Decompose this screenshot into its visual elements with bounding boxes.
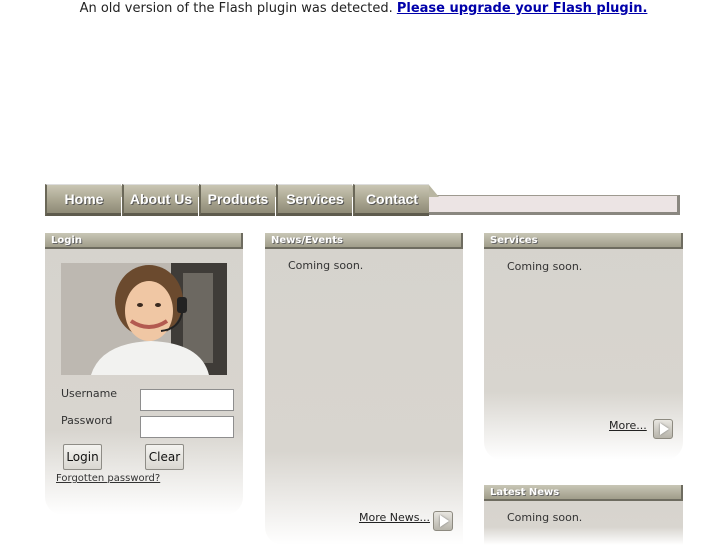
- password-input[interactable]: [140, 416, 234, 438]
- login-panel-title: Login: [45, 233, 243, 249]
- latest-news-text: Coming soon.: [507, 511, 583, 524]
- latest-news-panel: Latest News Coming soon.: [484, 485, 683, 545]
- latest-news-panel-title: Latest News: [484, 485, 683, 501]
- services-text: Coming soon.: [507, 260, 583, 273]
- tab-contact[interactable]: Contact: [353, 184, 439, 216]
- login-button[interactable]: Login: [63, 444, 102, 470]
- tab-contact-label: Contact: [365, 191, 419, 207]
- username-input[interactable]: [140, 389, 234, 411]
- password-label: Password: [61, 414, 113, 427]
- news-panel: News/Events Coming soon. More News...: [265, 233, 463, 545]
- tab-services-label: Services: [286, 191, 344, 207]
- news-panel-title: News/Events: [265, 233, 463, 249]
- login-panel: Login Username Password Login Clear Forg…: [45, 233, 243, 515]
- tab-about-us-label: About Us: [129, 191, 193, 207]
- nav-filler-strip: [425, 195, 680, 215]
- forgot-password-link[interactable]: Forgotten password?: [56, 473, 160, 484]
- support-agent-image: [61, 263, 227, 375]
- flash-notice: An old version of the Flash plugin was d…: [0, 1, 727, 16]
- services-panel: Services Coming soon. More...: [484, 233, 683, 460]
- main-nav: Home About Us Products Services Contact: [45, 184, 683, 218]
- upgrade-flash-link[interactable]: Please upgrade your Flash plugin.: [397, 1, 648, 16]
- username-label: Username: [61, 387, 118, 400]
- more-services-arrow-icon[interactable]: [653, 419, 673, 439]
- tab-about-us[interactable]: About Us: [122, 184, 208, 216]
- more-news-arrow-icon[interactable]: [433, 511, 453, 531]
- more-services-link[interactable]: More...: [609, 419, 647, 432]
- clear-button[interactable]: Clear: [145, 444, 184, 470]
- more-news-link[interactable]: More News...: [359, 511, 430, 524]
- tab-products-label: Products: [207, 191, 269, 207]
- tab-home[interactable]: Home: [45, 184, 131, 216]
- services-panel-title: Services: [484, 233, 683, 249]
- tab-services[interactable]: Services: [276, 184, 362, 216]
- support-agent-photo: [61, 263, 227, 375]
- flash-message: An old version of the Flash plugin was d…: [79, 1, 393, 16]
- tab-products[interactable]: Products: [199, 184, 285, 216]
- news-text: Coming soon.: [288, 259, 364, 272]
- tab-home-label: Home: [64, 191, 104, 207]
